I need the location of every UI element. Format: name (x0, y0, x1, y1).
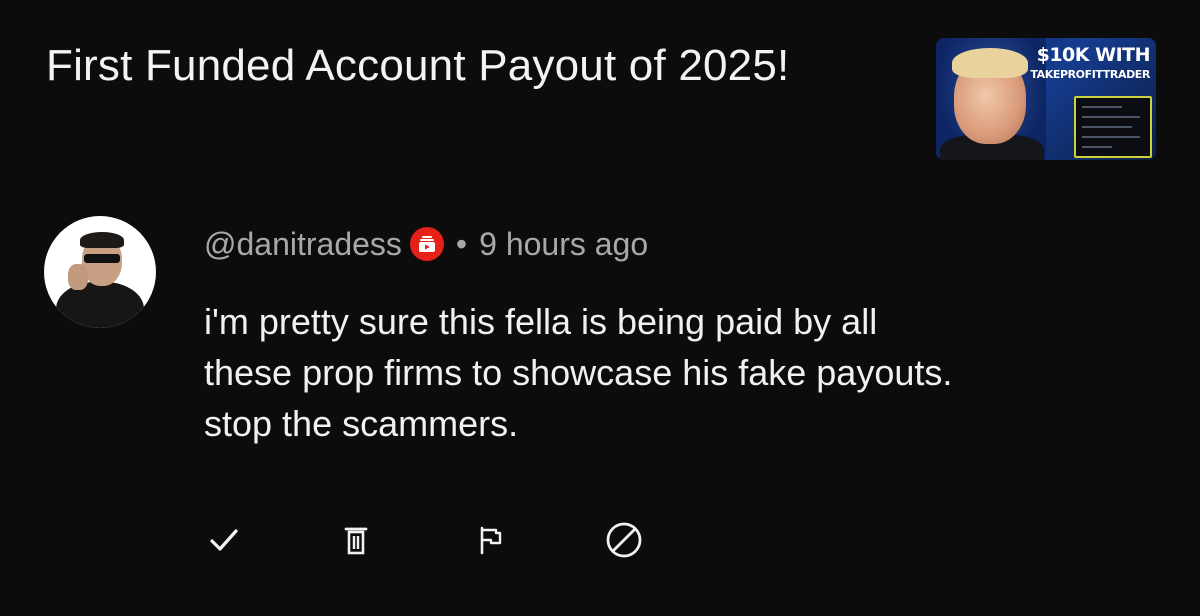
avatar-shirt (56, 282, 144, 328)
report-button[interactable] (466, 516, 514, 564)
author-avatar[interactable] (44, 216, 156, 328)
author-handle[interactable]: @danitradess (204, 226, 402, 263)
comment-timestamp: 9 hours ago (479, 225, 649, 262)
meta-separator: • (455, 225, 468, 262)
thumbnail-screenshot-panel (1074, 96, 1152, 158)
trash-icon (344, 527, 368, 555)
avatar-glasses (84, 254, 120, 263)
comment-meta: @danitradess • 9 hours ago (204, 222, 648, 266)
thumbnail-headline-line2: TAKEPROFITTRADER (1030, 68, 1150, 81)
flag-icon (480, 526, 502, 555)
comment-action-bar (0, 516, 1200, 566)
avatar-hair (80, 232, 124, 248)
comment-line: i'm pretty sure this fella is being paid… (204, 301, 878, 342)
delete-button[interactable] (332, 516, 380, 564)
checkmark-icon (210, 529, 238, 551)
comment-line: these prop firms to showcase his fake pa… (204, 352, 953, 393)
approve-button[interactable] (200, 516, 248, 564)
thumbnail-headline-line1: $10K WITH (1036, 44, 1151, 66)
avatar-hand (68, 264, 88, 290)
video-title: First Funded Account Payout of 2025! (46, 41, 790, 90)
comment-line: stop the scammers. (204, 403, 519, 444)
red-member-badge-icon (409, 227, 444, 261)
block-button[interactable] (600, 516, 648, 564)
thumbnail-person-hair (952, 48, 1028, 78)
comment-text: i'm pretty sure this fella is being paid… (204, 296, 1184, 449)
block-icon (606, 522, 642, 558)
video-thumbnail[interactable]: $10K WITH TAKEPROFITTRADER (936, 38, 1156, 160)
